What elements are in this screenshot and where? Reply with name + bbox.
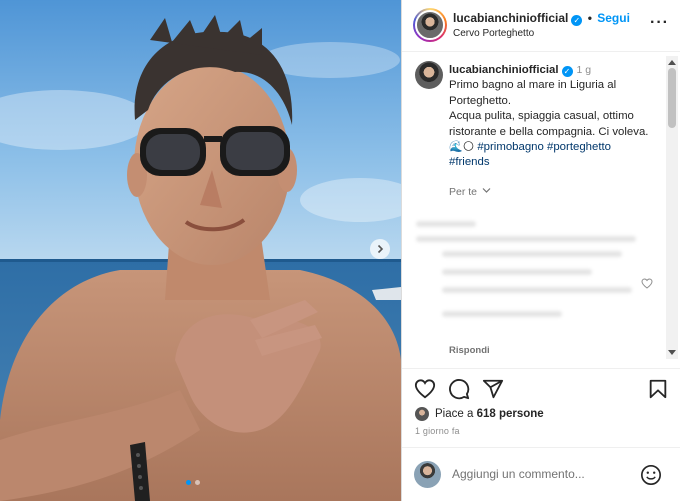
viewer-avatar bbox=[414, 461, 441, 488]
bookmark-icon[interactable] bbox=[647, 378, 669, 400]
per-te-label: Per te bbox=[449, 186, 478, 198]
separator: • bbox=[587, 11, 592, 25]
post-photo[interactable] bbox=[0, 0, 401, 501]
scroll-up-arrow-icon[interactable] bbox=[668, 60, 676, 65]
scroll-down-arrow-icon[interactable] bbox=[668, 350, 676, 355]
carousel-indicator bbox=[186, 480, 200, 485]
verified-badge-icon: ✓ bbox=[571, 15, 583, 26]
author-avatar bbox=[415, 10, 445, 40]
scrollbar-thumb[interactable] bbox=[668, 68, 676, 128]
chevron-right-icon bbox=[377, 244, 384, 254]
caption-line-1: Primo bagno al mare in Liguria al Porteg… bbox=[449, 79, 617, 107]
post-location[interactable]: Cervo Porteghetto bbox=[453, 28, 534, 39]
comments-scrollbar[interactable] bbox=[666, 56, 678, 359]
hashtag-primobagno[interactable]: #primobagno bbox=[477, 141, 544, 153]
likes-prefix: Piace a bbox=[435, 408, 477, 420]
instagram-post-modal: lucabianchiniofficial ✓ • Segui Cervo Por… bbox=[0, 0, 680, 501]
comments-section: lucabianchiniofficial ✓ 1 g Primo bagno al… bbox=[402, 53, 680, 366]
hashtag-friends[interactable]: #friends bbox=[449, 156, 490, 168]
author-story-ring[interactable] bbox=[413, 8, 447, 42]
liker-avatar bbox=[415, 407, 429, 421]
caption-time: 1 g bbox=[576, 64, 592, 76]
comment-icon[interactable] bbox=[448, 378, 470, 400]
comment-composer bbox=[402, 447, 680, 501]
carousel-dot bbox=[195, 480, 200, 485]
chevron-down-icon bbox=[482, 188, 491, 193]
action-bar bbox=[402, 368, 680, 408]
blurred-comment-line bbox=[442, 269, 592, 275]
post-header: lucabianchiniofficial ✓ • Segui Cervo Por… bbox=[402, 0, 680, 52]
post-caption: lucabianchiniofficial ✓ 1 g Primo bagno al… bbox=[449, 63, 659, 171]
post-side-panel: lucabianchiniofficial ✓ • Segui Cervo Por… bbox=[401, 0, 680, 501]
caption-author-avatar[interactable] bbox=[415, 61, 443, 89]
comment-input[interactable] bbox=[452, 465, 632, 483]
next-slide-button[interactable] bbox=[370, 239, 390, 259]
post-date[interactable]: 1 giorno fa bbox=[415, 426, 460, 436]
likes-summary[interactable]: Piace a 618 persone bbox=[415, 405, 544, 423]
caption-emojis: 🌊🌕 bbox=[449, 141, 475, 154]
caption-line-2: Acqua pulita, spiaggia casual, ottimo ri… bbox=[449, 110, 649, 138]
hashtag-porteghetto[interactable]: #porteghetto bbox=[547, 141, 611, 153]
emoji-icon[interactable] bbox=[640, 464, 662, 486]
carousel-dot-active bbox=[186, 480, 191, 485]
blurred-comment-line bbox=[416, 236, 636, 242]
heart-icon[interactable] bbox=[414, 378, 436, 400]
author-username[interactable]: lucabianchiniofficial bbox=[453, 11, 568, 25]
more-horizontal-icon[interactable]: ··· bbox=[650, 14, 669, 32]
blurred-comment-line bbox=[416, 221, 476, 227]
selfie-image bbox=[0, 0, 401, 501]
verified-badge-icon: ✓ bbox=[561, 66, 573, 77]
blurred-comment-line bbox=[442, 251, 622, 257]
blurred-comment-line bbox=[442, 287, 632, 293]
comment-like-heart-icon[interactable] bbox=[641, 278, 653, 289]
author-line: lucabianchiniofficial ✓ • Segui bbox=[453, 11, 630, 26]
follow-button[interactable]: Segui bbox=[597, 11, 630, 25]
reply-button[interactable]: Rispondi bbox=[449, 345, 490, 356]
likes-count[interactable]: 618 persone bbox=[477, 408, 544, 420]
share-icon[interactable] bbox=[482, 378, 504, 400]
caption-username[interactable]: lucabianchiniofficial bbox=[449, 64, 559, 76]
likes-text: Piace a 618 persone bbox=[435, 408, 544, 420]
see-translation-toggle[interactable]: Per te bbox=[449, 186, 491, 198]
blurred-comment-line bbox=[442, 311, 562, 317]
